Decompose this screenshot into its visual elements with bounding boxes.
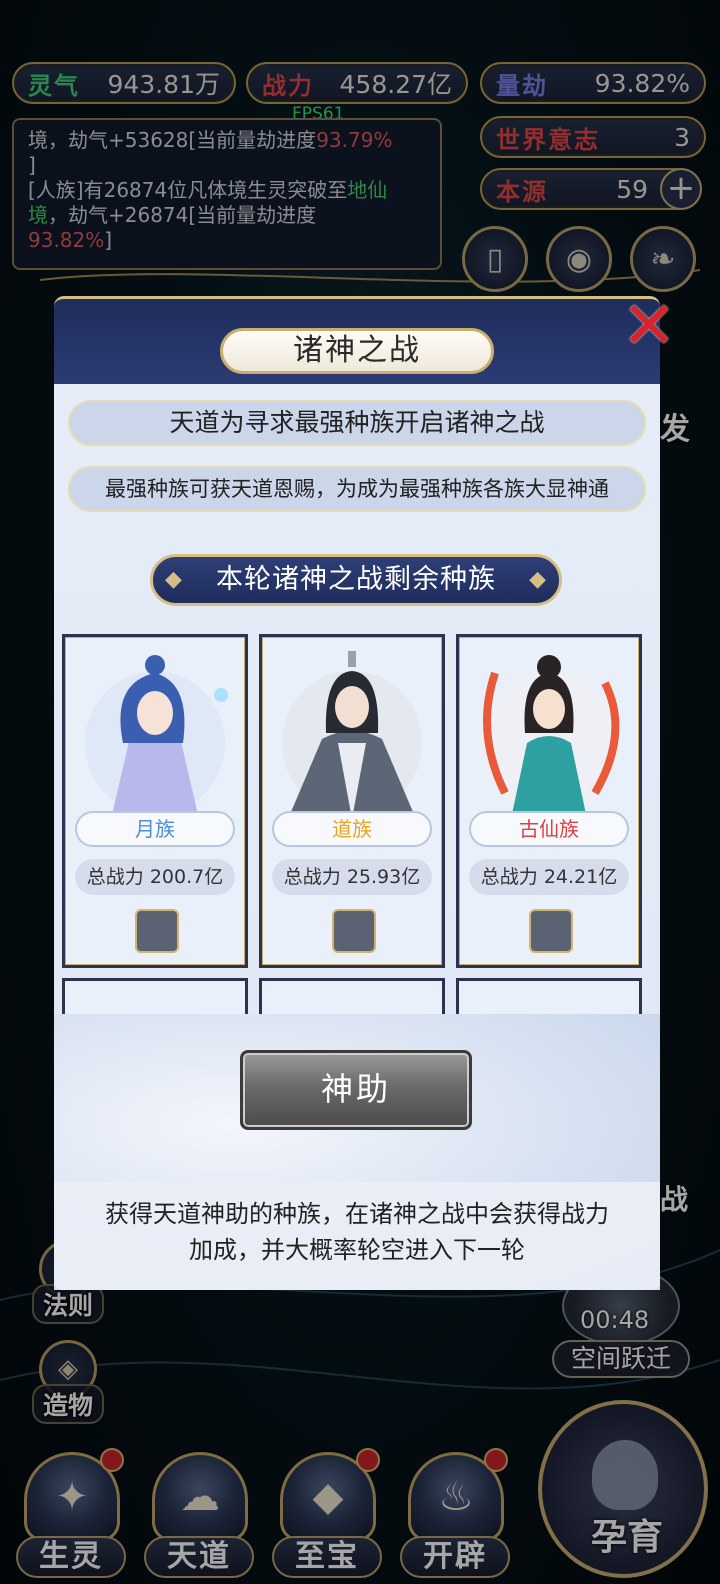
divine-help-button[interactable]: 神助 (240, 1050, 472, 1130)
select-checkbox-guxian[interactable] (529, 909, 573, 953)
race-power-dao: 总战力 25.93亿 (272, 859, 432, 895)
info-line-2: 最强种族可获天道恩赐，为成为最强种族各族大显神通 (68, 466, 646, 512)
race-card-stub[interactable] (259, 978, 445, 1018)
race-card-stub[interactable] (62, 978, 248, 1018)
taoist-portrait (282, 651, 422, 819)
race-name-guxian: 古仙族 (469, 811, 629, 847)
remaining-races-banner: 本轮诸神之战剩余种族 (150, 554, 562, 606)
race-power-guxian: 总战力 24.21亿 (469, 859, 629, 895)
select-checkbox-dao[interactable] (332, 909, 376, 953)
close-icon[interactable]: ✕ (618, 293, 680, 359)
race-name-dao: 道族 (272, 811, 432, 847)
moon-goddess-portrait (85, 655, 228, 819)
desc-line-1: 获得天道神助的种族，在诸神之战中会获得战力 (105, 1200, 609, 1228)
race-card-stub[interactable] (456, 978, 642, 1018)
dialog-title: 诸神之战 (220, 328, 494, 374)
select-checkbox-yue[interactable] (135, 909, 179, 953)
race-card-yue[interactable]: 月族 总战力 200.7亿 (62, 634, 248, 968)
race-name-yue: 月族 (75, 811, 235, 847)
race-card-guxian[interactable]: 古仙族 总战力 24.21亿 (456, 634, 642, 968)
divine-help-description: 获得天道神助的种族，在诸神之战中会获得战力 加成，并大概率轮空进入下一轮 (54, 1182, 660, 1290)
race-power-yue: 总战力 200.7亿 (75, 859, 235, 895)
desc-line-2: 加成，并大概率轮空进入下一轮 (189, 1236, 525, 1264)
race-card-dao[interactable]: 道族 总战力 25.93亿 (259, 634, 445, 968)
ancient-immortal-portrait (479, 655, 620, 819)
info-line-1: 天道为寻求最强种族开启诸神之战 (68, 400, 646, 446)
